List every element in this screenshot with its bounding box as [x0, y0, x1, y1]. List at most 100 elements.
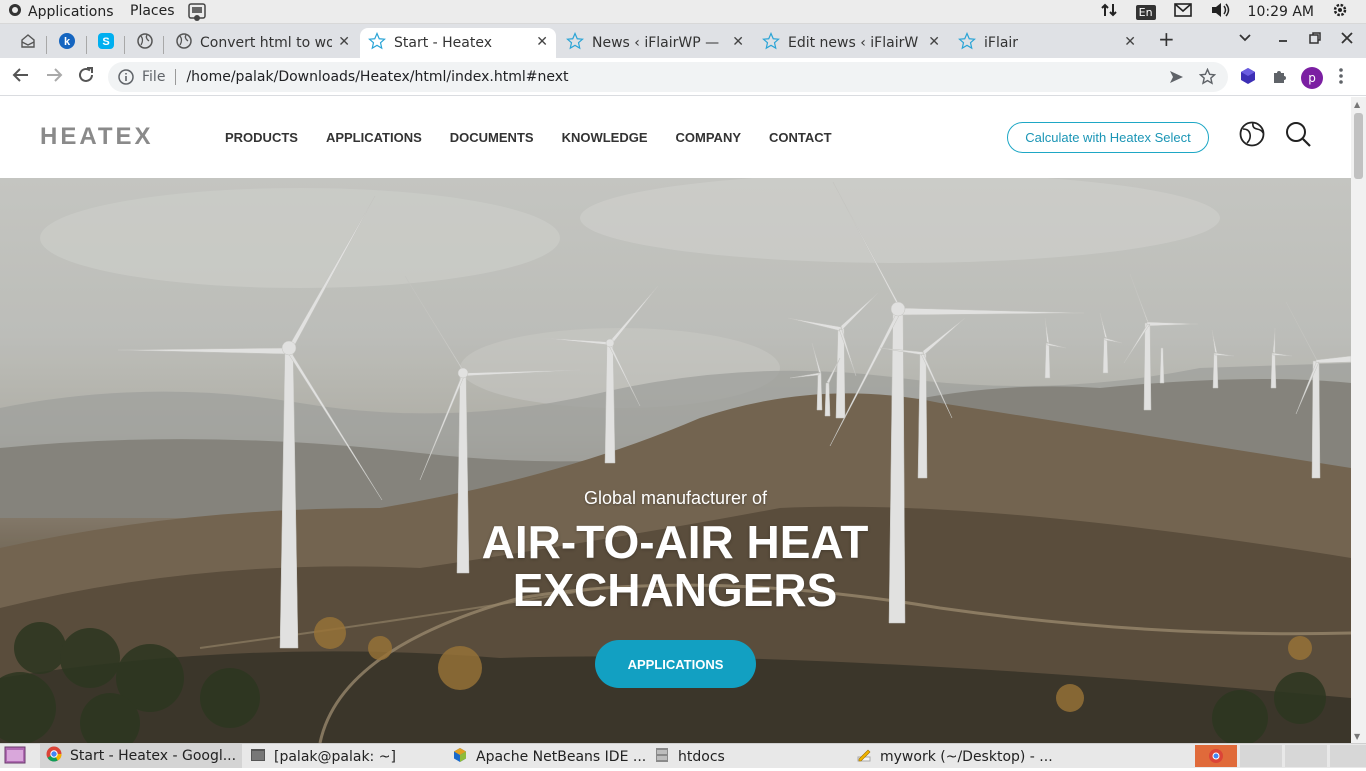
tab-title: Start - Heatex: [394, 35, 493, 51]
taskbar-item-netbeans[interactable]: Apache NetBeans IDE ...: [452, 747, 646, 767]
show-desktop-icon[interactable]: [4, 746, 26, 764]
send-to-devices-icon[interactable]: [1168, 69, 1184, 89]
netbeans-icon: [452, 747, 468, 767]
tab-title: Edit news ‹ iFlairWP: [788, 35, 918, 51]
gnome-foot-icon: [8, 3, 22, 21]
tab-title: Convert html to wo: [200, 35, 332, 51]
settings-gear-icon[interactable]: [1332, 2, 1348, 22]
reload-button[interactable]: [77, 66, 95, 89]
site-header: HEATEX PRODUCTS APPLICATIONS DOCUMENTS K…: [0, 97, 1351, 178]
nav-products[interactable]: PRODUCTS: [225, 130, 298, 145]
nav-knowledge[interactable]: KNOWLEDGE: [562, 130, 648, 145]
scroll-down-arrow-icon[interactable]: ▼: [1354, 732, 1360, 741]
pinned-tab-mail-icon[interactable]: [16, 30, 40, 52]
extension-cube-icon[interactable]: [1239, 67, 1257, 89]
page-viewport: HEATEX PRODUCTS APPLICATIONS DOCUMENTS K…: [0, 97, 1351, 743]
keyboard-layout-indicator[interactable]: En: [1135, 4, 1156, 20]
tab-start-heatex[interactable]: Start - Heatex ✕: [360, 28, 556, 58]
taskbar-item-text-editor[interactable]: mywork (~/Desktop) - ...: [856, 747, 1053, 767]
clock[interactable]: 10:29 AM: [1248, 4, 1314, 20]
star-icon: [958, 31, 976, 54]
language-globe-icon[interactable]: [1239, 121, 1265, 151]
screenshot-tool-icon[interactable]: [186, 2, 208, 22]
svg-text:S: S: [102, 36, 109, 48]
close-window-icon[interactable]: [1340, 30, 1354, 49]
taskbar-item-label: [palak@palak: ~]: [274, 749, 396, 765]
workspace-3[interactable]: [1285, 745, 1327, 767]
close-tab-icon[interactable]: ✕: [1124, 34, 1136, 50]
hero-applications-button[interactable]: APPLICATIONS: [595, 640, 756, 688]
tab-title: iFlair: [984, 35, 1019, 51]
minimize-window-icon[interactable]: [1276, 30, 1290, 49]
forward-button[interactable]: [45, 66, 63, 89]
nav-contact[interactable]: CONTACT: [769, 130, 832, 145]
taskbar-item-label: Start - Heatex - Googl...: [70, 748, 237, 764]
mail-icon[interactable]: [1173, 3, 1192, 21]
profile-avatar[interactable]: p: [1301, 67, 1323, 89]
hero-subtitle: Global manufacturer of: [583, 488, 768, 508]
hero-title: AIR-TO-AIR HEAT EXCHANGERS: [481, 516, 869, 616]
calculate-heatex-select-button[interactable]: Calculate with Heatex Select: [1007, 122, 1209, 153]
nav-documents[interactable]: DOCUMENTS: [450, 130, 534, 145]
back-button[interactable]: [12, 66, 30, 89]
search-icon[interactable]: [1285, 121, 1311, 151]
applications-label: Applications: [28, 4, 114, 20]
pinned-tab-skype-icon[interactable]: S: [94, 30, 118, 52]
address-bar[interactable]: File /home/palak/Downloads/Heatex/html/i…: [108, 62, 1228, 92]
new-tab-button[interactable]: +: [1158, 27, 1175, 51]
star-icon: [368, 31, 386, 54]
pinned-tab-k-icon[interactable]: k: [55, 30, 79, 52]
applications-menu[interactable]: Applications: [8, 3, 114, 21]
window-list-taskbar: Start - Heatex - Googl... [palak@palak: …: [0, 743, 1366, 768]
workspace-2[interactable]: [1240, 745, 1282, 767]
tab-edit-news[interactable]: Edit news ‹ iFlairWP ✕: [754, 28, 948, 58]
tab-iflair[interactable]: iFlair ✕: [950, 28, 1144, 58]
hero-banner: Global manufacturer of AIR-TO-AIR HEAT E…: [0, 178, 1351, 743]
browser-toolbar: File /home/palak/Downloads/Heatex/html/i…: [0, 58, 1366, 96]
workspace-4[interactable]: [1330, 745, 1366, 767]
nav-company[interactable]: COMPANY: [676, 130, 741, 145]
terminal-icon: [250, 747, 266, 767]
close-tab-icon[interactable]: ✕: [928, 34, 940, 50]
restore-window-icon[interactable]: [1308, 30, 1322, 49]
text-editor-pencil-icon: [856, 747, 872, 767]
close-tab-icon[interactable]: ✕: [536, 34, 548, 50]
places-menu[interactable]: Places: [130, 3, 175, 19]
site-info-icon[interactable]: [118, 69, 134, 89]
browser-tab-strip: k S Convert html to wo ✕ Start - Heatex …: [0, 24, 1366, 58]
scrollbar-thumb[interactable]: [1354, 113, 1363, 179]
nav-applications[interactable]: APPLICATIONS: [326, 130, 422, 145]
svg-text:k: k: [64, 36, 71, 48]
volume-icon[interactable]: [1210, 2, 1230, 22]
taskbar-item-label: mywork (~/Desktop) - ...: [880, 749, 1053, 765]
close-tab-icon[interactable]: ✕: [732, 34, 744, 50]
taskbar-item-chrome[interactable]: Start - Heatex - Googl...: [40, 744, 242, 768]
network-icon[interactable]: [1100, 2, 1118, 22]
globe-icon: [176, 33, 192, 53]
tab-news-iflairwp[interactable]: News ‹ iFlairWP — V ✕: [558, 28, 752, 58]
tab-title: News ‹ iFlairWP — V: [592, 35, 722, 51]
star-icon: [566, 31, 584, 54]
url-text[interactable]: /home/palak/Downloads/Heatex/html/index.…: [186, 69, 568, 85]
taskbar-item-file-manager[interactable]: htdocs: [654, 747, 725, 767]
taskbar-item-terminal[interactable]: [palak@palak: ~]: [250, 747, 396, 767]
chrome-icon: [46, 746, 62, 766]
bookmark-star-icon[interactable]: [1198, 67, 1217, 89]
file-cabinet-icon: [654, 747, 670, 767]
browser-menu-kebab-icon[interactable]: [1338, 67, 1344, 89]
star-icon: [762, 31, 780, 54]
heatex-logo[interactable]: HEATEX: [40, 123, 154, 151]
workspace-1-chrome-indicator[interactable]: [1195, 745, 1237, 767]
taskbar-item-label: Apache NetBeans IDE ...: [476, 749, 647, 765]
extensions-puzzle-icon[interactable]: [1271, 67, 1289, 89]
url-scheme-label: File: [142, 69, 166, 85]
close-tab-icon[interactable]: ✕: [338, 34, 350, 50]
tab-search-chevron-down-icon[interactable]: [1238, 30, 1252, 49]
scroll-up-arrow-icon[interactable]: ▲: [1354, 100, 1360, 109]
taskbar-item-label: htdocs: [678, 749, 725, 765]
tab-convert-html[interactable]: Convert html to wo ✕: [168, 28, 358, 58]
page-scrollbar[interactable]: ▲ ▼: [1351, 97, 1366, 743]
main-navigation: PRODUCTS APPLICATIONS DOCUMENTS KNOWLEDG…: [225, 130, 832, 145]
system-top-bar: Applications Places En 10:29 AM: [0, 0, 1366, 24]
pinned-tab-globe-icon[interactable]: [133, 30, 157, 52]
